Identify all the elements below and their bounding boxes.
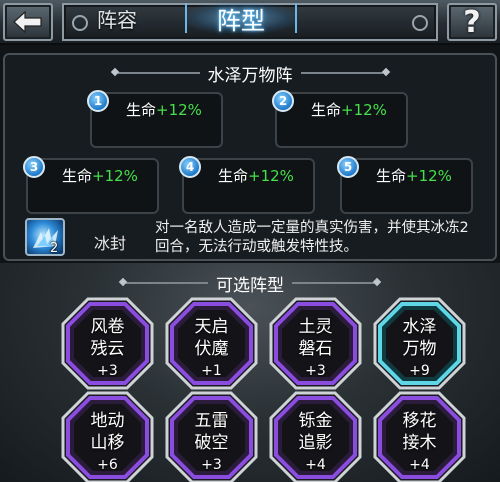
formation-option[interactable]: 天启 伏魔 +1	[164, 296, 259, 391]
skill-description: 对一名敌人造成一定量的真实伤害，并使其冰冻2回合，无法行动或触发特性技。	[155, 220, 469, 255]
formation-title: 水泽万物阵	[207, 65, 293, 86]
slot-bonus: 生命+12%	[62, 167, 138, 185]
formation-option-bonus: +3	[201, 457, 222, 473]
formation-option-bonus: +4	[409, 457, 430, 473]
back-arrow-icon	[13, 10, 42, 34]
slot-bonus: 生命+12%	[126, 101, 202, 119]
formation-slot[interactable]: 5 生命+12%	[337, 156, 473, 214]
formation-option-name: 接木	[402, 433, 437, 453]
formation-title-row: 水泽万物阵	[0, 60, 500, 86]
formation-option[interactable]: 风卷 残云 +3	[60, 296, 155, 391]
formation-option-name: 破空	[194, 433, 229, 453]
formation-option-name: 天启	[194, 317, 229, 337]
formation-option-name: 五雷	[194, 411, 229, 431]
tab-formation[interactable]: 阵型	[185, 3, 297, 35]
slot-number-badge: 2	[272, 90, 294, 112]
slot-number-badge: 1	[87, 90, 109, 112]
tab-lineup[interactable]: 阵容	[62, 3, 172, 33]
formation-option-name: 土灵	[298, 317, 333, 337]
formation-option-name: 铄金	[298, 411, 333, 431]
back-button[interactable]	[3, 3, 53, 41]
formation-option-bonus: +4	[305, 457, 326, 473]
available-title: 可选阵型	[216, 275, 284, 296]
ice-crystal-icon[interactable]	[25, 218, 65, 256]
skill-name: 冰封	[94, 234, 127, 253]
slot-number-badge: 4	[179, 156, 201, 178]
divider	[292, 282, 374, 284]
formation-option-name: 山移	[90, 433, 125, 453]
formation-option[interactable]: 土灵 磐石 +3	[268, 296, 363, 391]
formation-option[interactable]: 移花 接木 +4	[372, 390, 467, 482]
formation-option-bonus: +3	[97, 363, 118, 379]
formation-slot[interactable]: 3 生命+12%	[23, 156, 159, 214]
formation-option-name: 残云	[90, 339, 125, 359]
formation-option[interactable]: 地动 山移 +6	[60, 390, 155, 482]
top-bar: 阵容 阵型 ?	[0, 0, 500, 45]
formation-slot[interactable]: 4 生命+12%	[179, 156, 315, 214]
formation-option[interactable]: 五雷 破空 +3	[164, 390, 259, 482]
formation-option-bonus: +3	[305, 363, 326, 379]
formation-option-bonus: +9	[409, 363, 430, 379]
divider	[117, 72, 200, 74]
formation-option-bonus: +1	[201, 363, 222, 379]
help-icon: ?	[463, 4, 481, 40]
formation-option-bonus: +6	[97, 457, 118, 473]
formation-option-selected[interactable]: 水泽 万物 +9	[372, 296, 467, 391]
divider	[300, 72, 383, 74]
divider	[126, 282, 208, 284]
formation-option-name: 地动	[90, 411, 125, 431]
formation-option[interactable]: 铄金 追影 +4	[268, 390, 363, 482]
slot-bonus: 生命+12%	[376, 167, 452, 185]
formation-slot[interactable]: 1 生命+12%	[87, 90, 223, 148]
slot-bonus: 生命+12%	[218, 167, 294, 185]
available-title-row: 可选阵型	[0, 270, 500, 296]
help-button[interactable]: ?	[447, 3, 497, 41]
formation-option-name: 万物	[402, 339, 437, 359]
ornament-icon	[412, 15, 428, 31]
formation-option-name: 追影	[298, 433, 333, 453]
formation-option-name: 移花	[402, 411, 437, 431]
skill-level: 2	[50, 241, 59, 256]
slot-bonus: 生命+12%	[311, 101, 387, 119]
slot-number-badge: 3	[23, 156, 45, 178]
formation-option-name: 水泽	[402, 317, 437, 337]
formation-option-name: 磐石	[298, 339, 333, 359]
formation-option-name: 伏魔	[194, 339, 229, 359]
formation-slot[interactable]: 2 生命+12%	[272, 90, 408, 148]
slot-number-badge: 5	[337, 156, 359, 178]
formation-option-name: 风卷	[90, 317, 125, 337]
